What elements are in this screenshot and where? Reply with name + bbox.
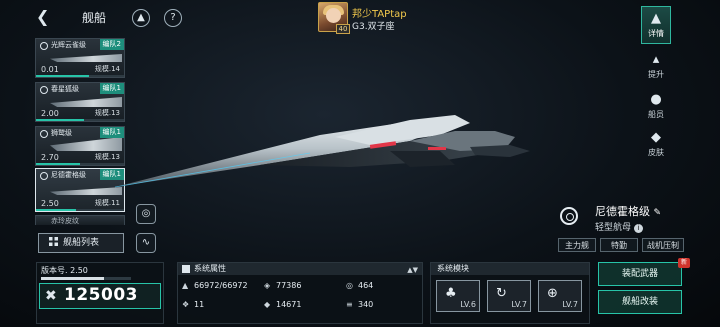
ship-card-bar — [36, 119, 85, 121]
fleet-badge: 编队2 — [99, 39, 124, 50]
sort-icon[interactable]: ▲▼ — [407, 264, 418, 276]
help-button[interactable]: ? — [164, 9, 182, 27]
ship-tag: 特勤 — [600, 238, 638, 252]
version-label: 版本号. 2.50 — [41, 266, 88, 275]
firepower-icon: ◆ — [264, 300, 271, 309]
player-subtitle: G3.双子座 — [352, 22, 395, 32]
combat-power-value: 125003 — [64, 285, 138, 305]
attr-weapon: ❖ 11 — [182, 300, 205, 309]
ship-card-bar — [36, 163, 80, 165]
ship-card-name: 春星狐级 — [51, 85, 79, 93]
tab-crew[interactable]: ● 船员 — [641, 88, 671, 126]
player-avatar[interactable]: 40 — [318, 2, 350, 34]
page-title: 舰船 — [82, 11, 107, 25]
back-arrow-icon: ❮ — [36, 7, 50, 26]
module-level: LV.6 — [460, 300, 476, 309]
edit-icon[interactable]: ✎ — [654, 208, 662, 218]
armor-icon: ◈ — [264, 281, 271, 290]
ship-card[interactable]: 光辉云雀级 编队2 0.01 规模.14 — [35, 38, 125, 78]
info-icon[interactable]: i — [633, 224, 643, 233]
engine-module-icon: ↻ — [496, 286, 507, 301]
ship-card-cost: 2.50 — [41, 199, 59, 208]
tab-details[interactable]: ▲ 详情 — [641, 6, 671, 44]
skin-icon: ◆ — [651, 130, 661, 145]
detail-icon: ▲ — [651, 11, 661, 26]
tab-upgrade[interactable]: ▴ 提升 — [641, 48, 671, 86]
ship-view-button[interactable]: ▲ — [132, 9, 150, 27]
module-slot[interactable]: ♣ LV.6 — [436, 280, 480, 312]
module-level: LV.7 — [562, 300, 578, 309]
crew-icon: ● — [650, 92, 662, 107]
ship-card-name: 狮鹫级 — [51, 129, 72, 137]
shield-icon: ◎ — [346, 281, 353, 290]
upgrade-icon: ▴ — [652, 52, 660, 67]
combat-power: ✖ 125003 — [39, 283, 161, 309]
ship-card-scale: 规模.14 — [94, 65, 120, 73]
version-panel: 版本号. 2.50 ✖ 125003 — [36, 262, 164, 324]
module-slot[interactable]: ↻ LV.7 — [487, 280, 531, 312]
ship-card-name: 赤玲皮纹 — [51, 217, 79, 225]
ship-class-icon — [40, 172, 48, 180]
signal-button[interactable]: ∿ — [136, 233, 156, 253]
tab-skin-label: 皮肤 — [648, 148, 664, 157]
module-slot[interactable]: ⊕ LV.7 — [538, 280, 582, 312]
version-progress — [41, 277, 104, 280]
speed-icon: ≡ — [346, 300, 353, 309]
ship-class-icon — [40, 130, 48, 138]
tab-skin[interactable]: ◆ 皮肤 — [641, 126, 671, 164]
ship-card-bar — [36, 75, 89, 77]
targeting-module-icon: ⊕ — [547, 286, 558, 301]
attribute-icon — [182, 265, 190, 273]
ship-class-icon — [560, 207, 578, 225]
ship-card-cost: 2.00 — [41, 109, 59, 118]
ship-class-icon — [40, 86, 48, 94]
tab-crew-label: 船员 — [648, 110, 664, 119]
grid-icon — [49, 237, 58, 246]
module-level: LV.7 — [511, 300, 527, 309]
back-button[interactable]: ❮ — [36, 8, 56, 26]
ship-model — [114, 115, 530, 188]
shield-module-icon: ♣ — [445, 286, 457, 301]
signal-icon: ∿ — [141, 237, 151, 248]
module-panel: 系统模块 ♣ LV.6 ↻ LV.7 ⊕ LV.7 — [430, 262, 590, 324]
ship-tag: 主力舰 — [558, 238, 596, 252]
module-title: 系统模块 — [431, 263, 589, 275]
rocket-icon: ▲ — [137, 12, 145, 23]
attr-shield: ◎ 464 — [346, 281, 374, 290]
tab-upgrade-label: 提升 — [648, 70, 664, 79]
weapon-icon: ❖ — [182, 300, 190, 309]
ship-card-cost: 2.70 — [41, 153, 59, 162]
player-name: 邦少TAPtap — [352, 9, 407, 20]
ship-list-button[interactable]: 舰船列表 — [38, 233, 124, 253]
ship-card-bar — [36, 209, 76, 211]
ship-list-label: 舰船列表 — [63, 238, 100, 248]
formation-icon: ◎ — [141, 208, 151, 219]
tab-details-label: 详情 — [648, 29, 664, 38]
formation-button[interactable]: ◎ — [136, 204, 156, 224]
ship-card-name: 尼德霍格级 — [51, 171, 86, 179]
ship-card-partial[interactable]: 赤玲皮纹 — [35, 215, 125, 225]
equip-weapons-button[interactable]: 装配武器 — [598, 262, 682, 286]
attr-hull: ▲ 66972/66972 — [182, 281, 248, 290]
ship-card-cost: 0.01 — [41, 65, 59, 74]
ship-tag: 战机压制 — [642, 238, 684, 252]
attr-firepower: ◆ 14671 — [264, 300, 302, 309]
attribute-panel: 系统属性 ▲▼ ▲ 66972/66972 ◈ 77386 ◎ 464 ❖ 11 ◆ 146… — [177, 262, 423, 324]
power-icon: ✖ — [45, 288, 57, 304]
ship-modify-button[interactable]: 舰船改装 — [598, 290, 682, 314]
attribute-title: 系统属性 — [194, 264, 226, 273]
new-badge: 新 — [678, 258, 690, 268]
fleet-badge: 编队1 — [99, 83, 124, 94]
hull-icon: ▲ — [182, 281, 189, 290]
attr-speed: ≡ 340 — [346, 300, 374, 309]
ship-class-icon — [40, 42, 48, 50]
attr-armor: ◈ 77386 — [264, 281, 302, 290]
ship-type: 轻型航母 i — [595, 220, 643, 233]
ship-card-name: 光辉云雀级 — [51, 41, 86, 49]
player-level: 40 — [336, 24, 350, 34]
ship-class-name: 尼德霍格级 ✎ — [595, 205, 662, 218]
